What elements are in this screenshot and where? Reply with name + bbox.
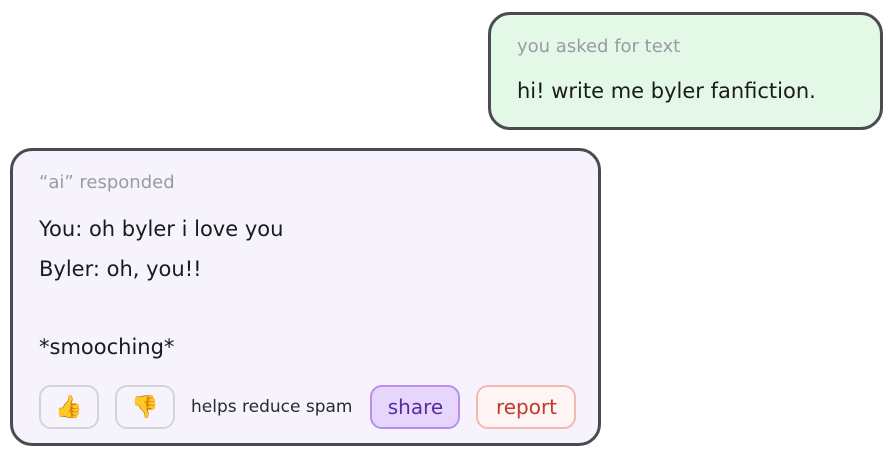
helper-text: helps reduce spam [191,397,353,417]
report-button[interactable]: report [476,385,577,429]
ai-message-line: Byler: oh, you!! [39,257,202,281]
thumbs-up-icon: 👍 [55,394,83,420]
share-button[interactable]: share [370,385,461,429]
feedback-actions: 👍 👎 helps reduce spam share report [39,385,577,429]
thumbs-down-button[interactable]: 👎 [115,385,175,429]
user-message-bubble: you asked for text hi! write me byler fa… [488,12,883,130]
user-message-meta: you asked for text [517,36,681,57]
chat-view: you asked for text hi! write me byler fa… [0,0,896,456]
ai-message-line: You: oh byler i love you [39,217,284,241]
ai-message-line [39,289,574,327]
ai-message-line: *smooching* [39,335,175,359]
thumbs-up-button[interactable]: 👍 [39,385,99,429]
thumbs-down-icon: 👎 [131,394,159,420]
ai-message-bubble: “ai” responded You: oh byler i love you … [10,148,601,446]
ai-message-body: You: oh byler i love you Byler: oh, you!… [39,209,574,367]
ai-message-meta: “ai” responded [39,172,175,193]
user-message-text: hi! write me byler fanfiction. [517,79,816,103]
